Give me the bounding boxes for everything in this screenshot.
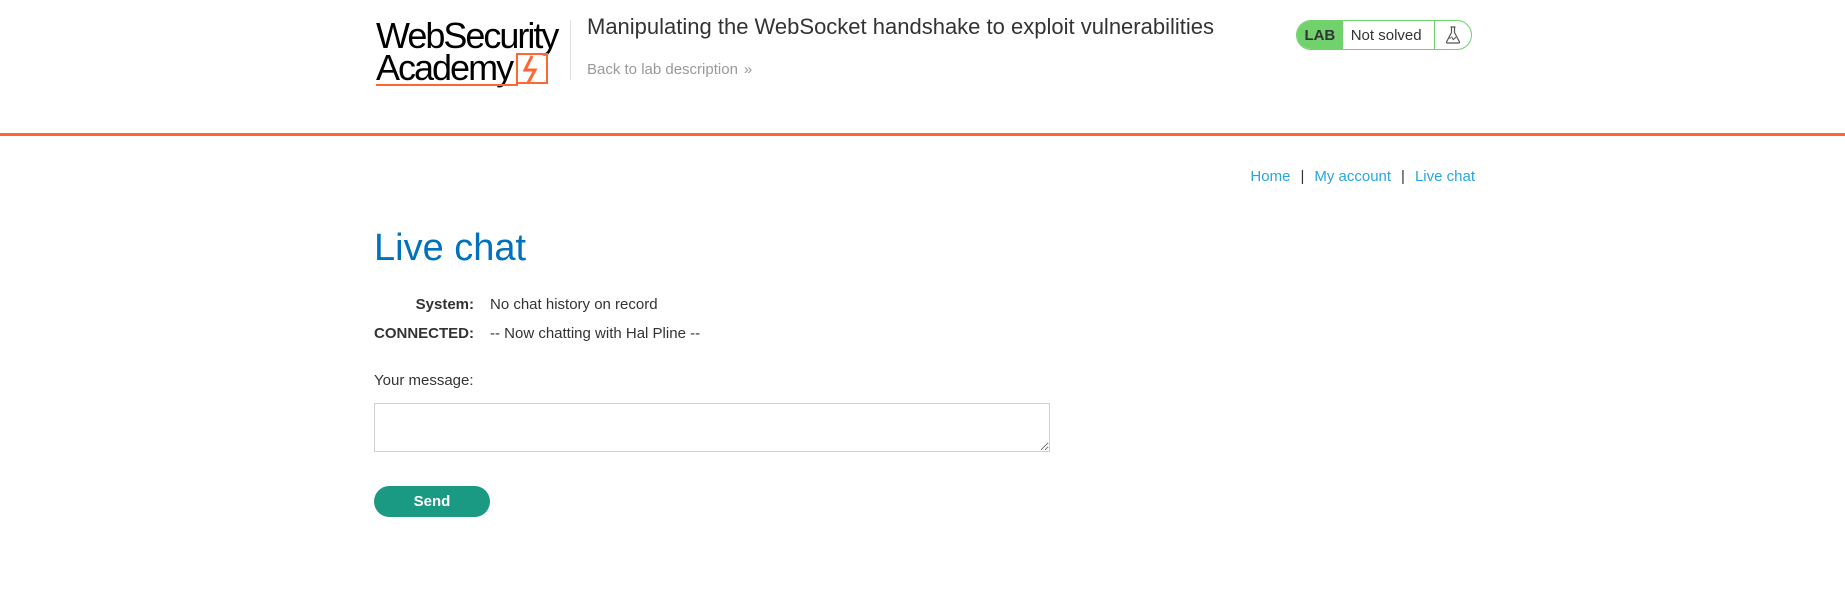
flask-icon-svg	[1445, 26, 1461, 44]
flask-icon[interactable]	[1434, 21, 1471, 49]
chat-sender: CONNECTED:	[374, 325, 474, 342]
page-title: Live chat	[374, 227, 527, 269]
header-divider	[570, 20, 571, 80]
message-input[interactable]	[374, 403, 1050, 452]
logo-underline	[376, 84, 518, 86]
nav-separator: |	[1300, 168, 1305, 185]
send-button[interactable]: Send	[374, 486, 490, 517]
lab-badge: LAB	[1297, 21, 1343, 49]
lab-title: Manipulating the WebSocket handshake to …	[587, 14, 1214, 39]
lightning-bolt-icon	[516, 53, 548, 84]
top-navigation: Home | My account | Live chat	[1250, 168, 1475, 185]
chat-log: System: No chat history on record CONNEC…	[374, 290, 700, 348]
nav-separator: |	[1401, 168, 1405, 185]
double-chevron-right-icon: »	[743, 61, 753, 78]
nav-live-chat-link[interactable]: Live chat	[1415, 168, 1475, 185]
lab-status-widget: LAB Not solved	[1296, 20, 1472, 50]
chat-sender: System:	[415, 296, 474, 313]
message-label: Your message:	[374, 372, 474, 389]
chat-message: No chat history on record	[490, 296, 658, 313]
nav-home-link[interactable]: Home	[1250, 168, 1290, 185]
lab-header: WebSecurity Academy Manipulating the Web…	[0, 0, 1845, 136]
lab-header-inner: WebSecurity Academy Manipulating the Web…	[374, 0, 1474, 136]
chat-entry: System: No chat history on record	[374, 290, 700, 319]
academy-logo[interactable]: WebSecurity Academy	[376, 18, 568, 90]
chat-entry: CONNECTED: -- Now chatting with Hal Plin…	[374, 319, 700, 348]
logo-line2: Academy	[376, 47, 514, 88]
nav-my-account-link[interactable]: My account	[1314, 168, 1391, 185]
main-content: Live chat System: No chat history on rec…	[374, 220, 1050, 517]
chat-message: -- Now chatting with Hal Pline --	[490, 325, 701, 342]
back-link-label: Back to lab description	[587, 61, 738, 78]
back-to-lab-description-link[interactable]: Back to lab description »	[587, 61, 752, 78]
lab-status-text: Not solved	[1350, 26, 1422, 44]
